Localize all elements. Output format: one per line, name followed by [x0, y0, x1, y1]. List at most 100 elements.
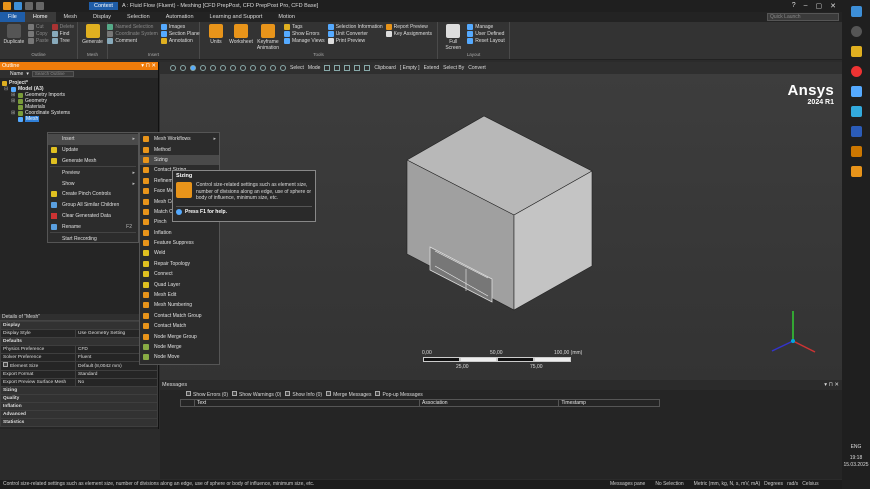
column-text[interactable]: Text	[195, 400, 420, 406]
zoom-icon[interactable]	[170, 65, 176, 71]
status-temperature[interactable]: Celsius	[802, 480, 818, 489]
submenu-item-contact-match[interactable]: Contact Match	[140, 321, 219, 331]
submenu-item-connect[interactable]: Connect	[140, 269, 219, 279]
select-by-dropdown[interactable]: Select By	[443, 65, 464, 71]
show-errors-toggle[interactable]: Show Errors (0)	[186, 391, 228, 398]
app-icon[interactable]	[850, 106, 862, 117]
tags-button[interactable]: Tags	[283, 24, 325, 30]
reset-layout-button[interactable]: Reset Layout	[467, 38, 505, 44]
print-preview-button[interactable]: Print Preview	[327, 38, 383, 44]
maximize-button[interactable]: ▢	[816, 2, 823, 10]
tree-button[interactable]: Tree	[51, 38, 74, 44]
manage-layout-button[interactable]: Manage	[467, 24, 504, 30]
tab-file[interactable]: File	[0, 12, 25, 22]
details-row[interactable]: Sizing	[0, 386, 158, 395]
images-button[interactable]: Images	[160, 24, 200, 30]
details-row[interactable]: Defaults	[0, 337, 158, 346]
rotate-icon[interactable]	[210, 65, 216, 71]
details-row[interactable]: Export Preview Surface Mesh No	[0, 378, 158, 387]
menu-item-generate-mesh[interactable]: Generate Mesh	[48, 156, 138, 167]
paste-button[interactable]: Paste	[27, 38, 49, 44]
convert-dropdown[interactable]: Convert	[468, 65, 486, 71]
details-row[interactable]: Element Size Default (8,0042 mm)	[0, 361, 158, 371]
menu-item-start-recording[interactable]: Start Recording	[48, 233, 138, 244]
tab-automation[interactable]: Automation	[158, 12, 202, 22]
show-warnings-toggle[interactable]: Show Warnings (0)	[232, 391, 281, 398]
menu-item-create-pinch-controls[interactable]: Create Pinch Controls	[48, 189, 138, 200]
selection-information-button[interactable]: Selection Information	[327, 24, 383, 30]
tab-home[interactable]: Home	[24, 12, 56, 22]
details-row[interactable]: Statistics	[0, 418, 158, 427]
menu-item-preview[interactable]: Preview ▸	[48, 167, 138, 178]
tab-motion[interactable]: Motion	[270, 12, 303, 22]
manage-views-button[interactable]: Manage Views	[283, 38, 325, 44]
tree-node-mesh[interactable]: Mesh	[2, 116, 158, 122]
copy-button[interactable]: Copy	[27, 31, 49, 37]
menu-item-clear-generated-data[interactable]: Clear Generated Data	[48, 211, 138, 222]
status-angle[interactable]: Degrees	[764, 480, 783, 489]
submenu-item-method[interactable]: Method	[140, 144, 219, 154]
user-defined-button[interactable]: User Defined	[467, 31, 504, 37]
clock-time[interactable]: 19:18	[842, 455, 870, 462]
comment-button[interactable]: Comment	[107, 38, 158, 44]
zoom-fit-icon[interactable]	[180, 65, 186, 71]
redo-icon[interactable]	[36, 2, 44, 10]
select-point-icon[interactable]	[324, 65, 331, 71]
zoom-out-icon[interactable]	[250, 65, 256, 71]
popup-messages-toggle[interactable]: Pop-up Messages	[375, 391, 423, 398]
coordinate-system-button[interactable]: Coordinate System	[107, 31, 158, 37]
minimize-button[interactable]: –	[804, 2, 808, 10]
status-units[interactable]: Metric (mm, kg, N, s, mV, mA)	[694, 480, 760, 489]
tab-selection[interactable]: Selection	[119, 12, 158, 22]
delete-button[interactable]: Delete	[51, 24, 74, 30]
annotation-button[interactable]: Annotation	[160, 38, 200, 44]
find-button[interactable]: Find	[51, 31, 74, 37]
named-selection-button[interactable]: Named Selection	[107, 24, 158, 30]
collapse-icon[interactable]: ⊟	[4, 86, 9, 92]
submenu-item-weld[interactable]: Weld	[140, 248, 219, 258]
menu-item-insert[interactable]: Insert ▸	[48, 134, 138, 145]
display-style-icon[interactable]	[200, 65, 206, 71]
zoom-in-icon[interactable]	[240, 65, 246, 71]
select-vertex-icon[interactable]	[334, 65, 341, 71]
app-icon[interactable]	[850, 86, 862, 97]
menu-item-group-similar[interactable]: Group All Similar Children	[48, 200, 138, 211]
mode-dropdown[interactable]: Mode	[308, 65, 321, 71]
extend-dropdown[interactable]: Extend	[424, 65, 440, 71]
submenu-item-inflation[interactable]: Inflation	[140, 228, 219, 238]
sort-icon[interactable]: ▾	[26, 71, 29, 77]
cut-button[interactable]: Cut	[27, 24, 49, 30]
search-icon[interactable]	[850, 26, 862, 37]
app-icon[interactable]	[850, 146, 862, 157]
expand-icon[interactable]: ⊞	[11, 110, 16, 116]
context-tab[interactable]: Context	[89, 2, 118, 10]
undo-icon[interactable]	[25, 2, 33, 10]
quick-launch-input[interactable]: Quick Launch	[767, 13, 839, 21]
tab-learning[interactable]: Learning and Support	[202, 12, 271, 22]
details-row[interactable]: Display	[0, 321, 158, 330]
column-timestamp[interactable]: Timestamp	[559, 400, 659, 406]
graphics-viewport[interactable]: Ansys 2024 R1 0,00 50,00 100,00 (mm) 25,…	[160, 74, 842, 380]
pin-icon[interactable]: ▾ ⊓ ✕	[141, 62, 158, 70]
clock-date[interactable]: 15.03.2025	[842, 462, 870, 469]
section-plane-button[interactable]: Section Plane	[160, 31, 200, 37]
clipboard-dropdown[interactable]: Clipboard	[374, 65, 395, 71]
parameter-checkbox[interactable]	[3, 362, 8, 367]
column-association[interactable]: Association	[420, 400, 560, 406]
key-assignments-button[interactable]: Key Assignments	[385, 31, 432, 37]
submenu-item-quad-layer[interactable]: Quad Layer	[140, 279, 219, 289]
submenu-item-feature-suppress[interactable]: Feature Suppress	[140, 238, 219, 248]
details-row[interactable]: Display Style Use Geometry Setting	[0, 329, 158, 338]
details-row[interactable]: Physics Preference CFD	[0, 345, 158, 354]
submenu-item-mesh-numbering[interactable]: Mesh Numbering	[140, 300, 219, 310]
help-button[interactable]: ?	[792, 2, 796, 10]
details-row[interactable]: Quality	[0, 394, 158, 403]
submenu-item-node-move[interactable]: Node Move	[140, 352, 219, 362]
submenu-item-contact-match-group[interactable]: Contact Match Group	[140, 311, 219, 321]
details-row[interactable]: Solver Preference Fluent	[0, 353, 158, 362]
tab-display[interactable]: Display	[85, 12, 119, 22]
menu-item-rename[interactable]: Rename F2	[48, 221, 138, 232]
report-preview-button[interactable]: Report Preview	[385, 24, 432, 30]
iso-view-icon[interactable]	[190, 65, 196, 71]
zoom-box-icon[interactable]	[230, 65, 236, 71]
